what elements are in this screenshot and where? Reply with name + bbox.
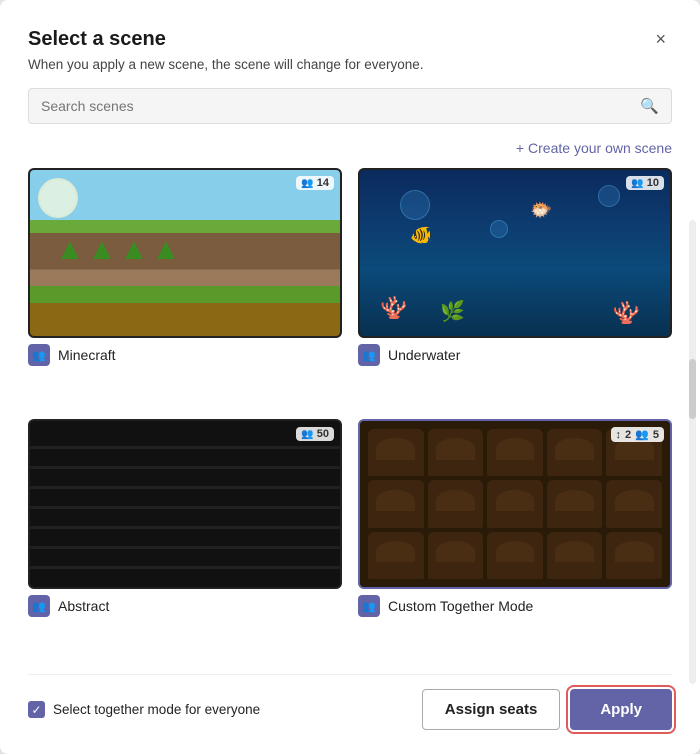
abstract-line [30, 446, 340, 449]
apply-button[interactable]: Apply [570, 689, 672, 730]
seat [428, 429, 484, 476]
scene-capacity-badge-abstract: 👥 50 [296, 427, 334, 441]
scene-name-abstract: Abstract [58, 598, 109, 614]
scene-capacity-badge-minecraft: 👥 14 [296, 176, 334, 190]
people-icon: 👥 [635, 428, 649, 441]
scrollbar-thumb[interactable] [689, 359, 696, 419]
seat [547, 480, 603, 527]
fish-icon: 🐠 [410, 225, 432, 246]
scene-type-icon-underwater: 👥 [358, 344, 380, 366]
bubble [400, 190, 430, 220]
scene-capacity-badge-custom: ↕ 2 👥 5 [611, 427, 664, 442]
create-own-label: Create your own scene [528, 140, 672, 156]
custom-together-scene-image [360, 421, 670, 587]
seat [368, 532, 424, 579]
scene-card-underwater[interactable]: 🐠 🐡 🪸 🌿 🪸 👥 10 👥 Underwater [358, 168, 672, 403]
custom-arrow-count: 2 [625, 429, 631, 441]
seat [547, 429, 603, 476]
bubble [598, 185, 620, 207]
abstract-scene-image [30, 421, 340, 587]
scene-name-underwater: Underwater [388, 347, 460, 363]
scene-label-minecraft: 👥 Minecraft [28, 344, 342, 366]
create-own-link[interactable]: + Create your own scene [516, 140, 672, 156]
search-input[interactable] [41, 98, 640, 114]
abstract-line [30, 506, 340, 509]
dialog-subtitle: When you apply a new scene, the scene wi… [28, 57, 672, 72]
people-icon: 👥 [301, 178, 313, 189]
scene-type-icon-minecraft: 👥 [28, 344, 50, 366]
scene-card-abstract[interactable]: 👥 50 👥 Abstract [28, 419, 342, 654]
create-own-row: + Create your own scene [28, 140, 672, 156]
fish-icon: 🐡 [530, 200, 552, 221]
seat [368, 480, 424, 527]
seat [428, 532, 484, 579]
scene-label-underwater: 👥 Underwater [358, 344, 672, 366]
scene-thumbnail-minecraft[interactable]: 👥 14 [28, 168, 342, 338]
close-button[interactable]: × [649, 28, 672, 50]
scene-card-custom-together-mode[interactable]: ↕ 2 👥 5 👥 Custom Together Mode [358, 419, 672, 654]
seat [487, 532, 543, 579]
minecraft-badge-count: 14 [317, 177, 329, 189]
minecraft-scene-image [30, 170, 340, 336]
together-mode-label: Select together mode for everyone [53, 702, 260, 717]
plus-icon: + [516, 140, 524, 156]
scene-card-minecraft[interactable]: 👥 14 👥 Minecraft [28, 168, 342, 403]
scene-name-minecraft: Minecraft [58, 347, 116, 363]
underwater-badge-count: 10 [647, 177, 659, 189]
seat [487, 480, 543, 527]
select-scene-dialog: Select a scene × When you apply a new sc… [0, 0, 700, 754]
scene-type-icon-abstract: 👥 [28, 595, 50, 617]
scenes-grid: 👥 14 👥 Minecraft 🐠 🐡 🪸 🌿 [28, 168, 672, 654]
scene-capacity-badge-underwater: 👥 10 [626, 176, 664, 190]
scene-thumbnail-abstract[interactable]: 👥 50 [28, 419, 342, 589]
tree-icon [61, 241, 79, 266]
together-mode-row: ✓ Select together mode for everyone [28, 701, 260, 718]
scene-label-abstract: 👥 Abstract [28, 595, 342, 617]
scene-name-custom: Custom Together Mode [388, 598, 533, 614]
seat [606, 532, 662, 579]
abstract-badge-count: 50 [317, 428, 329, 440]
scene-label-custom-together-mode: 👥 Custom Together Mode [358, 595, 672, 617]
together-mode-checkbox[interactable]: ✓ [28, 701, 45, 718]
dialog-footer: ✓ Select together mode for everyone Assi… [28, 674, 672, 730]
bubble [490, 220, 508, 238]
tree-icon [93, 241, 111, 266]
dialog-header: Select a scene × [28, 28, 672, 51]
seat [487, 429, 543, 476]
tree-icon [125, 241, 143, 266]
abstract-line [30, 466, 340, 469]
abstract-line [30, 526, 340, 529]
dialog-title: Select a scene [28, 28, 166, 51]
seat [368, 429, 424, 476]
underwater-scene-image: 🐠 🐡 🪸 🌿 🪸 [360, 170, 670, 336]
tree-icon [157, 241, 175, 266]
seat [606, 480, 662, 527]
people-icon: 👥 [301, 429, 313, 440]
search-bar: 🔍 [28, 88, 672, 124]
seat [547, 532, 603, 579]
coral-icon: 🌿 [440, 299, 465, 324]
search-icon: 🔍 [640, 97, 659, 115]
scene-thumbnail-underwater[interactable]: 🐠 🐡 🪸 🌿 🪸 👥 10 [358, 168, 672, 338]
scene-type-icon-custom: 👥 [358, 595, 380, 617]
abstract-line [30, 566, 340, 569]
people-icon: 👥 [631, 178, 643, 189]
abstract-line [30, 546, 340, 549]
seat [428, 480, 484, 527]
anemone-icon: 🪸 [613, 300, 640, 326]
scrollbar[interactable] [689, 220, 696, 684]
coral-icon: 🪸 [380, 295, 407, 321]
abstract-line [30, 486, 340, 489]
custom-seat-count: 5 [653, 429, 659, 441]
footer-actions: Assign seats Apply [422, 689, 672, 730]
arrow-icon: ↕ [616, 429, 622, 441]
scene-thumbnail-custom-together-mode[interactable]: ↕ 2 👥 5 [358, 419, 672, 589]
assign-seats-button[interactable]: Assign seats [422, 689, 561, 730]
